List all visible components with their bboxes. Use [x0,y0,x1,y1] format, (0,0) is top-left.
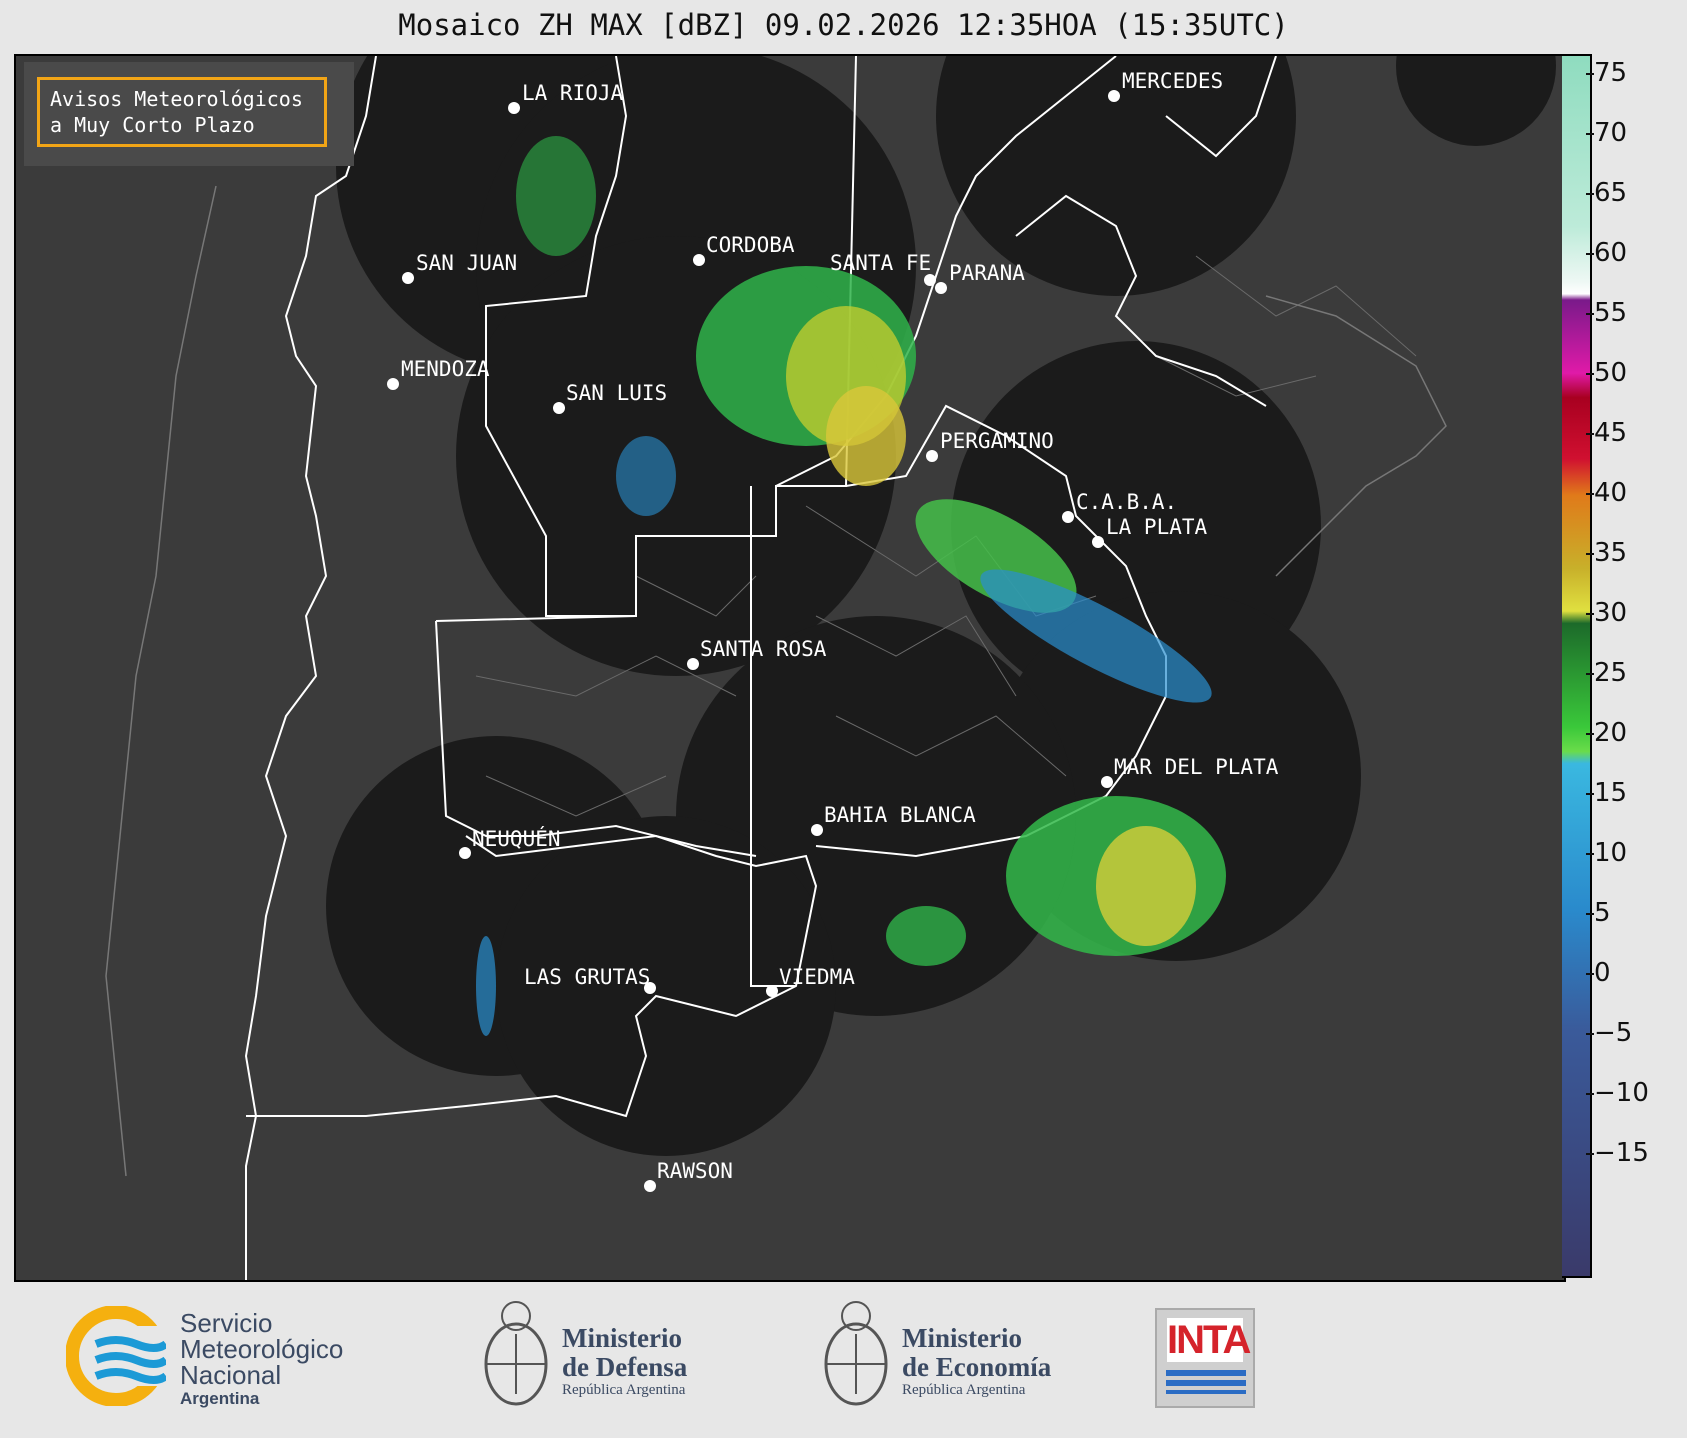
defensa-title: Ministerio de Defensa [562,1324,687,1382]
map-canvas: LA RIOJA MERCEDES CORDOBA SAN JUAN SANTA… [105,56,1556,1280]
tick-40: 40 [1585,478,1628,508]
tick-minus-15: −15 [1586,1138,1649,1168]
city-parana[interactable]: PARANA [935,261,1025,294]
svg-text:SAN LUIS: SAN LUIS [566,381,667,405]
coverage-northeast [1396,56,1556,146]
svg-text:PERGAMINO: PERGAMINO [940,429,1054,453]
svg-text:RAWSON: RAWSON [657,1159,733,1183]
page-title: Mosaico ZH MAX [dBZ] 09.02.2026 12:35HOA… [398,8,1289,42]
tick-30: 30 [1585,598,1628,628]
svg-text:PARANA: PARANA [949,261,1025,285]
svg-text:MENDOZA: MENDOZA [401,357,490,381]
echo-la-rioja [516,136,596,256]
smn-logo[interactable]: Servicio Meteorológico Nacional Argentin… [65,1305,396,1408]
tick-0: 0 [1586,958,1611,988]
svg-text:SANTA ROSA: SANTA ROSA [700,637,827,661]
inta-stripes-icon [1166,1370,1246,1394]
smn-line-2: Meteorológico [180,1334,344,1364]
tick-5: 5 [1586,898,1611,928]
svg-text:C.A.B.A.: C.A.B.A. [1076,490,1177,514]
svg-text:MAR DEL PLATA: MAR DEL PLATA [1114,755,1279,779]
svg-text:MERCEDES: MERCEDES [1122,69,1223,93]
radar-coverage [326,56,1556,1156]
echo-mar-del-plata-core [1096,826,1196,946]
national-seal-icon [484,1301,548,1406]
smn-line-1: Servicio [180,1308,273,1338]
economia-title: Ministerio de Economía [902,1324,1051,1382]
ministerio-economia-logo[interactable]: Ministerio de Economía República Argenti… [820,1294,1120,1414]
tick-20: 20 [1585,718,1628,748]
tick-65: 65 [1585,178,1628,208]
notice-line-1: Avisos Meteorológicos [50,87,303,111]
tick-15: 15 [1585,778,1628,808]
tick-70: 70 [1585,118,1628,148]
svg-text:LA PLATA: LA PLATA [1106,515,1208,539]
svg-text:BAHIA BLANCA: BAHIA BLANCA [824,803,976,827]
smn-emblem-icon [65,1305,169,1407]
notice-line-2: a Muy Corto Plazo [50,113,255,137]
inta-wordmark: INTA [1167,1318,1251,1362]
ministerio-defensa-logo[interactable]: Ministerio de Defensa República Argentin… [480,1294,780,1414]
tick-minus-5: −5 [1585,1018,1633,1048]
echo-neuquen [476,936,496,1036]
tick-25: 25 [1585,658,1628,688]
national-seal-icon [824,1301,888,1406]
svg-text:LAS GRUTAS: LAS GRUTAS [524,965,650,989]
svg-text:LA RIOJA: LA RIOJA [522,81,624,105]
tick-50: 50 [1585,358,1628,388]
svg-text:SAN JUAN: SAN JUAN [416,251,517,275]
smn-line-3: Nacional [180,1360,282,1390]
economia-line-1: Ministerio [902,1323,1022,1353]
footer-logos: Servicio Meteorológico Nacional Argentin… [0,1282,1687,1438]
svg-text:NEUQUÉN: NEUQUÉN [472,826,561,851]
economia-subtitle: República Argentina [902,1382,1026,1398]
smn-text: Servicio Meteorológico Nacional Argentin… [180,1310,343,1410]
tick-55: 55 [1585,298,1628,328]
defensa-subtitle: República Argentina [562,1382,686,1398]
tick-35: 35 [1585,538,1628,568]
defensa-line-1: Ministerio [562,1323,682,1353]
economia-line-2: de Economía [902,1352,1052,1382]
tick-60: 60 [1585,238,1628,268]
echo-offshore [886,906,966,966]
inta-logo[interactable]: INTA [1155,1308,1255,1408]
svg-text:VIEDMA: VIEDMA [779,965,855,989]
tick-10: 10 [1585,838,1628,868]
tick-minus-10: −10 [1586,1078,1649,1108]
tick-45: 45 [1585,418,1628,448]
svg-text:CORDOBA: CORDOBA [706,233,795,257]
tick-75: 75 [1585,58,1628,88]
notice-panel[interactable]: Avisos Meteorológicos a Muy Corto Plazo [24,62,354,166]
notice-box[interactable]: Avisos Meteorológicos a Muy Corto Plazo [37,77,327,147]
echo-central-cell [826,386,906,486]
city-rawson[interactable]: RAWSON [644,1159,733,1192]
smn-line-4: Argentina [180,1389,260,1408]
radar-map[interactable]: LA RIOJA MERCEDES CORDOBA SAN JUAN SANTA… [14,54,1566,1282]
defensa-line-2: de Defensa [562,1352,688,1382]
svg-text:SANTA FE: SANTA FE [830,251,931,275]
echo-san-luis [616,436,676,516]
